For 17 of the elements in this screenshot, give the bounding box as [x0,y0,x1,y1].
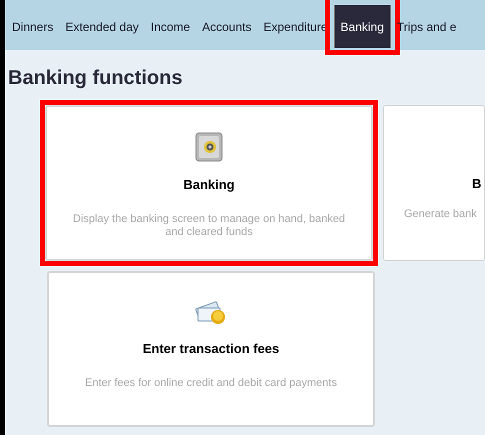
card-title: Enter transaction fees [142,341,280,357]
page-heading: Banking functions [8,66,184,90]
card-description: Display the banking screen to manage on hand, banked and cleared funds [72,213,346,239]
function-card[interactable]: B Generate bank [383,105,485,261]
safe-icon [193,131,225,163]
nav-tab[interactable]: Banking [334,5,391,48]
card-title: Banking [183,177,235,193]
function-card[interactable]: Banking Display the banking screen to manage on hand, banked and cleared funds [45,105,373,261]
card-title: B [472,176,482,192]
card-description: Generate bank [404,208,478,221]
nav-tab[interactable]: Extended day [59,5,145,48]
nav-tab[interactable]: Dinners [6,5,60,48]
function-card[interactable]: Enter transaction fees Enter fees for online credit and debit card payments [47,271,375,427]
nav-tab[interactable]: Accounts [196,5,258,48]
nav-tab[interactable]: Expenditure [257,5,334,48]
nav-tab[interactable]: Income [144,5,196,48]
card-description: Enter fees for online credit and debit card payments [84,377,338,390]
